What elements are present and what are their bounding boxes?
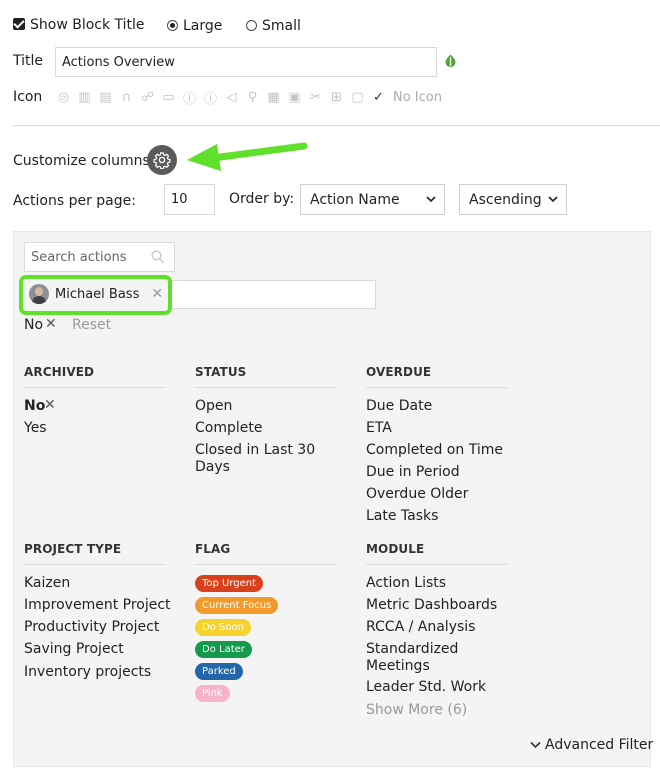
size-large-label: Large [183, 18, 223, 34]
search-icon[interactable]: ⚲ [244, 89, 261, 106]
module-metric-dashboards[interactable]: Metric Dashboards [366, 596, 497, 615]
tools-icon[interactable]: ✂ [307, 89, 324, 106]
reset-filters-link[interactable]: Reset [72, 317, 111, 333]
module-heading: MODULE [366, 542, 425, 556]
archived-item-yes[interactable]: Yes [24, 419, 47, 438]
report-icon[interactable]: ▦ [265, 89, 282, 106]
order-by-select[interactable]: Action Name [300, 184, 445, 215]
chevron-down-icon [426, 196, 436, 203]
show-title-label: Show Block Title [30, 17, 145, 33]
overdue-item-eta[interactable]: ETA [366, 419, 392, 438]
per-page-label: Actions per page: [13, 193, 136, 209]
navigate-icon[interactable]: ◎ [55, 89, 72, 106]
archived-item-no[interactable]: No [24, 397, 45, 416]
overdue-item-due-date[interactable]: Due Date [366, 397, 432, 416]
avatar [29, 284, 49, 304]
flag-heading: FLAG [195, 542, 231, 556]
info-icon[interactable]: ⓘ [181, 89, 198, 107]
no-icon-option[interactable]: No Icon [393, 90, 442, 105]
overdue-item-overdue-older[interactable]: Overdue Older [366, 485, 468, 504]
order-by-label: Order by: [229, 191, 295, 207]
per-page-input[interactable]: 10 [164, 184, 215, 215]
icon-picker: ◎ ▥ ▤ ∩ ☍ ▭ ⓘ ⓘ ◁ ⚲ ▦ ▣ ✂ ⊞ ▢ ✓ No Icon [55, 88, 442, 107]
customize-columns-gear-button[interactable] [147, 145, 177, 175]
overdue-item-completed-on-time[interactable]: Completed on Time [366, 441, 503, 460]
overdue-item-due-in-period[interactable]: Due in Period [366, 463, 460, 482]
clipboard-check-icon[interactable]: ▤ [97, 89, 114, 106]
project-type-inventory[interactable]: Inventory projects [24, 663, 151, 682]
module-standardized-cont[interactable]: Meetings [366, 657, 430, 676]
clipboard-icon[interactable]: ▣ [286, 89, 303, 106]
title-label: Title [13, 53, 44, 69]
chevron-down-icon [548, 196, 558, 203]
project-type-divider [24, 564, 166, 565]
alert-icon[interactable]: ⓘ [202, 89, 219, 107]
bar-chart-icon[interactable]: ▥ [76, 89, 93, 106]
remove-chip-icon[interactable]: ✕ [151, 286, 163, 302]
project-type-improvement[interactable]: Improvement Project [24, 596, 171, 615]
status-item-open[interactable]: Open [195, 397, 232, 416]
sort-direction-value: Ascending [469, 191, 542, 208]
megaphone-icon[interactable]: ◁ [223, 89, 240, 106]
project-type-saving[interactable]: Saving Project [24, 640, 124, 659]
archived-divider [24, 387, 166, 388]
monitor-icon[interactable]: ▭ [160, 89, 177, 106]
archived-heading: ARCHIVED [24, 365, 95, 379]
overdue-divider [366, 387, 508, 388]
user-chip-label: Michael Bass [55, 286, 140, 302]
module-rcca[interactable]: RCCA / Analysis [366, 618, 475, 637]
checkmark-icon[interactable]: ✓ [370, 89, 387, 106]
flag-parked[interactable]: Parked [195, 663, 243, 680]
remove-archived-no-icon[interactable]: ✕ [44, 397, 56, 413]
status-heading: STATUS [195, 365, 247, 379]
search-placeholder: Search actions [31, 250, 127, 265]
status-divider [195, 387, 337, 388]
flag-do-later[interactable]: Do Later [195, 641, 252, 658]
magnet-icon[interactable]: ∩ [118, 89, 135, 106]
title-color-icon[interactable] [445, 54, 456, 67]
project-type-productivity[interactable]: Productivity Project [24, 618, 159, 637]
size-large-radio[interactable] [167, 20, 178, 31]
show-title-checkbox[interactable] [13, 18, 25, 30]
overdue-heading: OVERDUE [366, 365, 432, 379]
customize-columns-label: Customize columns [13, 153, 150, 169]
medkit-icon[interactable]: ⊞ [328, 89, 345, 106]
flag-top-urgent[interactable]: Top Urgent [195, 575, 264, 592]
flag-pink[interactable]: Pink [195, 685, 230, 702]
icon-label: Icon [13, 89, 43, 105]
project-type-kaizen[interactable]: Kaizen [24, 574, 70, 593]
per-page-value: 10 [171, 192, 188, 207]
title-input-value: Actions Overview [62, 55, 175, 70]
status-item-complete[interactable]: Complete [195, 419, 262, 438]
flag-current-focus[interactable]: Current Focus [195, 597, 279, 614]
module-leader-std-work[interactable]: Leader Std. Work [366, 678, 486, 697]
flag-divider [195, 564, 337, 565]
order-by-value: Action Name [310, 191, 400, 208]
size-small-radio[interactable] [246, 20, 257, 31]
advanced-filter-toggle[interactable]: Advanced Filter [530, 737, 653, 753]
overdue-item-late-tasks[interactable]: Late Tasks [366, 507, 438, 526]
user-chip[interactable]: Michael Bass ✕ [26, 281, 164, 307]
module-divider [366, 564, 508, 565]
sort-direction-select[interactable]: Ascending [459, 184, 567, 215]
module-action-lists[interactable]: Action Lists [366, 574, 446, 593]
flag-do-soon[interactable]: Do Soon [195, 619, 251, 636]
group-icon[interactable]: ☍ [139, 89, 156, 106]
status-item-closed-cont[interactable]: Days [195, 458, 230, 477]
remove-filter-icon[interactable]: ✕ [45, 316, 57, 332]
active-filter-label: No [24, 317, 44, 333]
search-icon [151, 250, 165, 264]
annotation-arrow [187, 142, 308, 171]
project-type-heading: PROJECT TYPE [24, 542, 122, 556]
size-small-label: Small [262, 18, 301, 34]
advanced-filter-label: Advanced Filter [545, 737, 654, 753]
chevron-down-icon [530, 741, 541, 749]
section-divider [13, 125, 660, 126]
gear-icon [153, 152, 171, 169]
module-show-more[interactable]: Show More (6) [366, 701, 467, 720]
chat-icon[interactable]: ▢ [349, 89, 366, 106]
title-input[interactable]: Actions Overview [55, 47, 437, 77]
